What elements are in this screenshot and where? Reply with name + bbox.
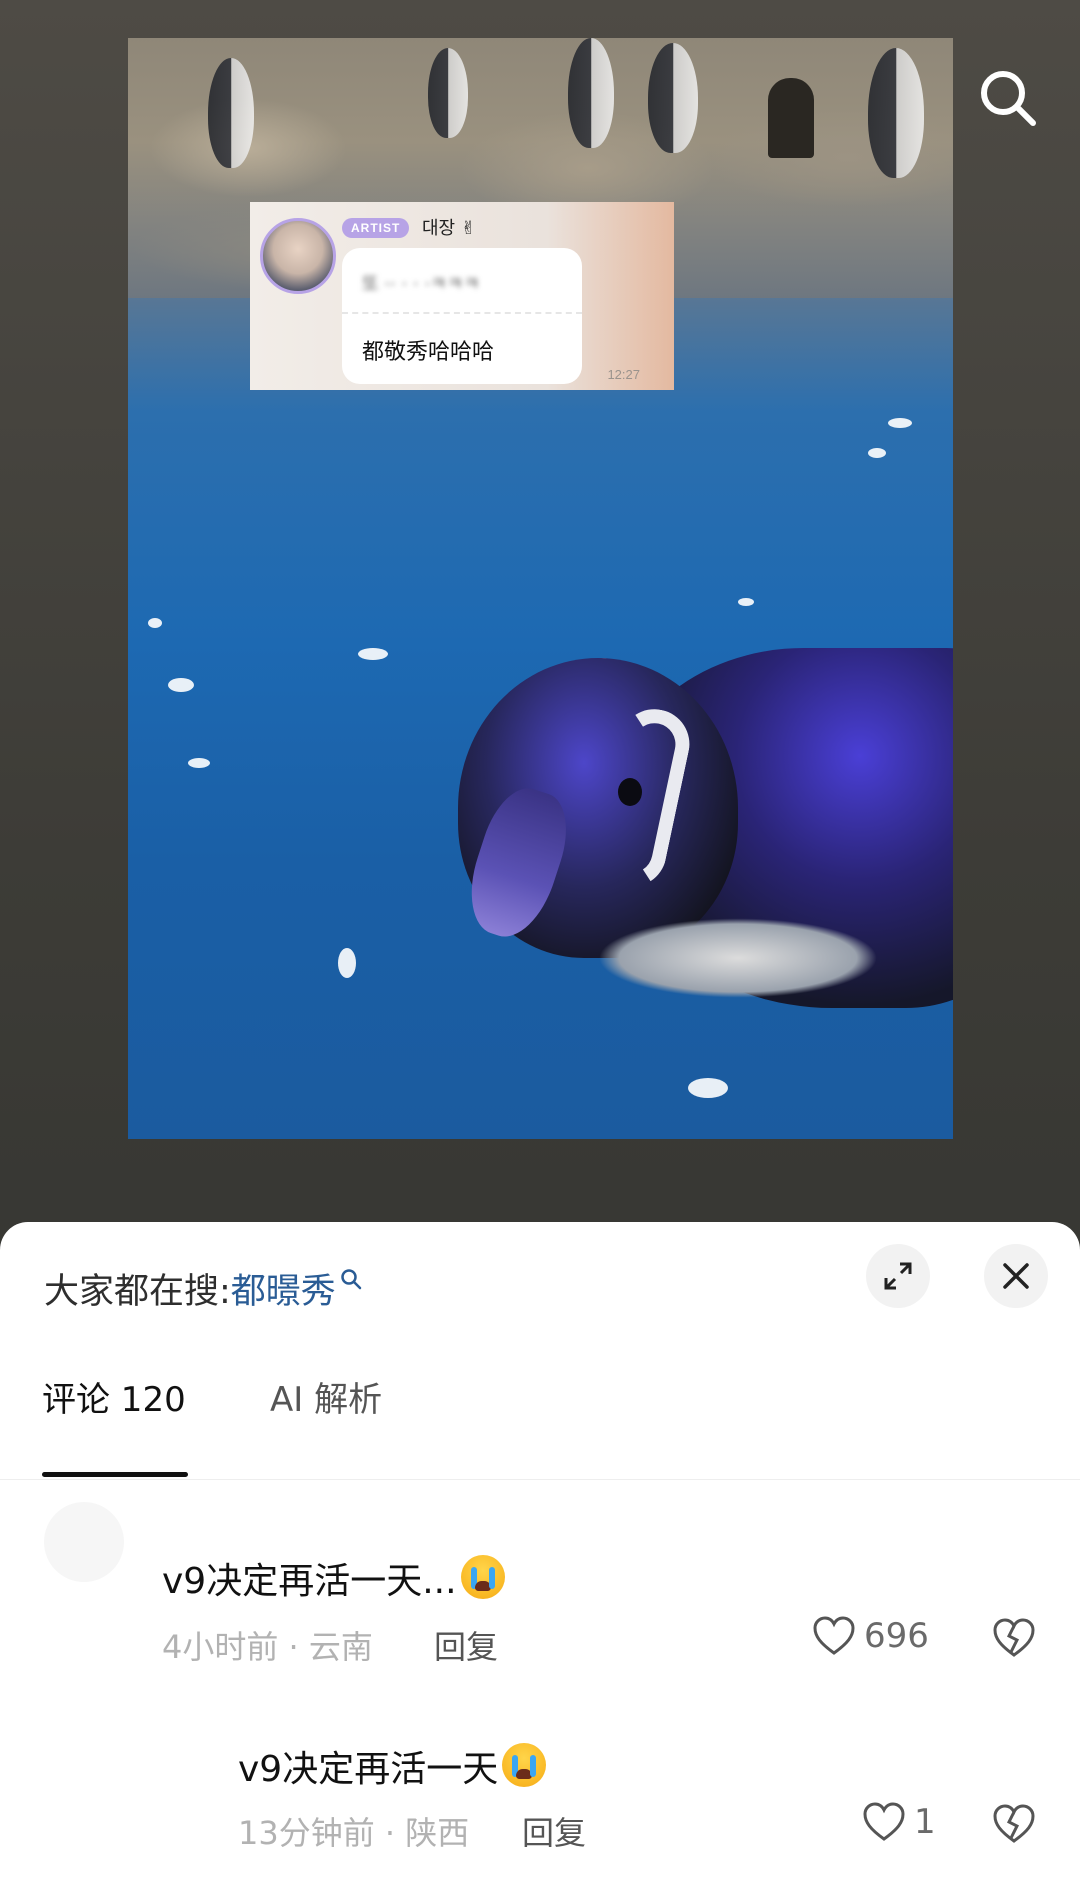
like-button[interactable]: 1 (862, 1802, 936, 1842)
like-count: 696 (864, 1616, 929, 1656)
comment-meta: 13分钟前 · 陕西 (238, 1814, 470, 1852)
commenter-avatar[interactable] (44, 1502, 124, 1582)
artist-badge: ARTIST (342, 218, 410, 238)
like-count: 1 (914, 1802, 936, 1842)
background-penguin (648, 43, 698, 153)
search-hint-term[interactable]: 都暻秀 (231, 1263, 336, 1314)
water-glint (868, 448, 886, 458)
water-glint (688, 1078, 728, 1098)
expand-button[interactable] (866, 1244, 930, 1308)
comment-text: v9决定再活一天 (238, 1740, 547, 1792)
bubble-divider (342, 312, 582, 314)
blurred-message: 또 ·· · · ·ㅋㅋㅋ (362, 274, 480, 295)
rock-cave (768, 78, 814, 158)
water-glint (168, 678, 194, 692)
comment-text: v9决定再活一天... (162, 1552, 505, 1604)
comment-meta: 4小时前 · 云南 (162, 1628, 373, 1666)
dislike-button[interactable] (992, 1618, 1036, 1662)
heart-icon (813, 1616, 855, 1655)
reply-button[interactable]: 回复 (434, 1622, 498, 1668)
search-suggestion[interactable]: 大家都在搜: 都暻秀 (44, 1262, 362, 1314)
penguin (456, 618, 953, 1038)
small-search-icon (340, 1259, 362, 1299)
comment-sheet: 大家都在搜: 都暻秀 评论 120 AI 解析 v9决定再活一天... 4小时前… (0, 1222, 1080, 1896)
comment-item[interactable]: v9决定再活一天... 4小时前 · 云南 回复 696 (0, 1502, 1080, 1666)
chat-time: 12:27 (607, 367, 640, 382)
expand-icon (884, 1262, 912, 1290)
water-glint (358, 648, 388, 660)
comment-tabs: 评论 120 AI 解析 (0, 1372, 1080, 1480)
broken-heart-icon (993, 1618, 1035, 1657)
tab-comments[interactable]: 评论 120 (42, 1372, 186, 1480)
reply-button[interactable]: 回复 (522, 1808, 586, 1854)
background-penguin (868, 48, 924, 178)
background-penguin (428, 48, 468, 138)
search-hint-prefix: 大家都在搜: (44, 1271, 231, 1312)
artist-name: 대장 ✌ (422, 218, 476, 239)
close-button[interactable] (984, 1244, 1048, 1308)
crying-face-emoji (502, 1743, 547, 1787)
background-penguin (568, 38, 614, 148)
comment-reply-item[interactable]: v9决定再活一天 13分钟前 · 陕西 回复 1 (0, 1702, 1080, 1882)
dislike-button[interactable] (992, 1804, 1036, 1848)
crying-face-emoji (460, 1555, 505, 1599)
water-glint (188, 758, 210, 768)
close-icon (1003, 1263, 1029, 1289)
tab-ai-analysis[interactable]: AI 解析 (270, 1372, 382, 1480)
like-button[interactable]: 696 (812, 1616, 929, 1656)
chat-bubble: 또 ·· · · ·ㅋㅋㅋ 都敬秀哈哈哈 (342, 248, 582, 384)
chat-screenshot-card: ARTIST 대장 ✌ 또 ·· · · ·ㅋㅋㅋ 都敬秀哈哈哈 12:27 (250, 202, 674, 390)
broken-heart-icon (993, 1804, 1035, 1843)
water-glint (148, 618, 162, 628)
search-icon[interactable] (976, 66, 1040, 130)
water-glint (888, 418, 912, 428)
water-glint (738, 598, 754, 606)
background-penguin (208, 58, 254, 168)
artist-avatar (260, 218, 336, 294)
heart-icon (863, 1802, 905, 1841)
chat-message: 都敬秀哈哈哈 (362, 340, 495, 365)
active-tab-indicator (42, 1472, 188, 1477)
water-glint (338, 948, 356, 978)
